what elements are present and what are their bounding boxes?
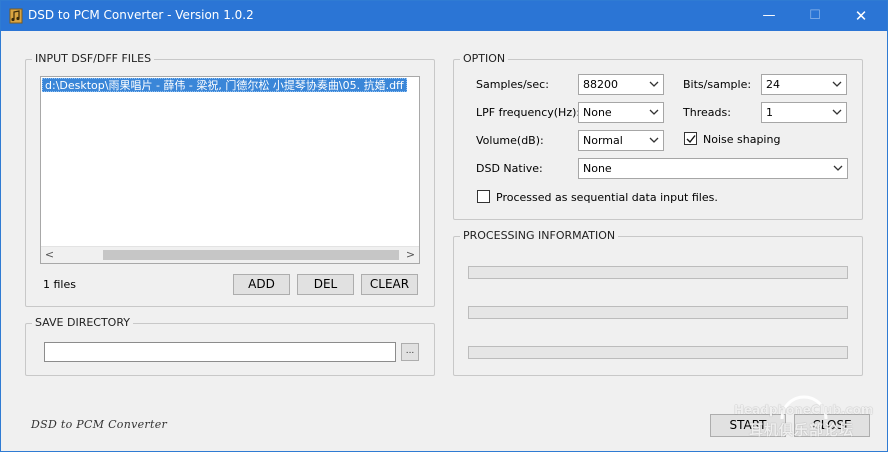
- window-title: DSD to PCM Converter - Version 1.0.2: [28, 8, 254, 22]
- progress-bar-2: [468, 306, 848, 319]
- watermark: HeadphoneClub.com 耳机俱乐部论坛: [734, 395, 884, 443]
- threads-select[interactable]: 1: [761, 102, 847, 123]
- title-bar[interactable]: DSD to PCM Converter - Version 1.0.2 — ☐…: [1, 1, 887, 31]
- dsd-native-label: DSD Native:: [476, 162, 543, 175]
- music-note-icon: [9, 8, 23, 24]
- scroll-right-icon[interactable]: >: [402, 247, 419, 263]
- progress-bar-1: [468, 266, 848, 279]
- noise-shaping-label: Noise shaping: [703, 133, 781, 146]
- app-window: DSD to PCM Converter - Version 1.0.2 — ☐…: [0, 0, 888, 452]
- close-window-button[interactable]: ✕: [838, 1, 884, 31]
- progress-bar-3: [468, 346, 848, 359]
- del-button[interactable]: DEL: [297, 274, 354, 295]
- scroll-left-icon[interactable]: <: [41, 247, 58, 263]
- chevron-down-icon: [833, 165, 843, 171]
- input-files-group: INPUT DSF/DFF FILES d:\Desktop\雨果唱片 - 薛伟…: [25, 52, 435, 307]
- maximize-button[interactable]: ☐: [792, 1, 838, 31]
- samples-label: Samples/sec:: [476, 78, 549, 91]
- minimize-button[interactable]: —: [746, 1, 792, 31]
- watermark-line1: HeadphoneClub.com: [734, 403, 874, 417]
- list-item[interactable]: d:\Desktop\雨果唱片 - 薛伟 - 梁祝, 门德尔松 小提琴协奏曲\0…: [42, 78, 407, 92]
- samples-select[interactable]: 88200: [578, 74, 664, 95]
- file-count-label: 1 files: [43, 278, 76, 291]
- footer-brand: DSD to PCM Converter: [31, 418, 168, 431]
- save-directory-group: SAVE DIRECTORY ...: [25, 316, 435, 376]
- volume-value: Normal: [583, 134, 623, 147]
- lpf-value: None: [583, 106, 612, 119]
- volume-label: Volume(dB):: [476, 134, 544, 147]
- add-button[interactable]: ADD: [233, 274, 290, 295]
- client-area: INPUT DSF/DFF FILES d:\Desktop\雨果唱片 - 薛伟…: [1, 31, 887, 451]
- processing-group: PROCESSING INFORMATION: [453, 229, 863, 376]
- samples-value: 88200: [583, 78, 618, 91]
- bits-label: Bits/sample:: [683, 78, 752, 91]
- watermark-line2: 耳机俱乐部论坛: [749, 423, 854, 439]
- input-files-title: INPUT DSF/DFF FILES: [32, 52, 155, 65]
- threads-label: Threads:: [683, 106, 731, 119]
- lpf-label: LPF frequency(Hz):: [476, 106, 581, 119]
- bits-select[interactable]: 24: [761, 74, 847, 95]
- chevron-down-icon: [649, 137, 659, 143]
- clear-button[interactable]: CLEAR: [361, 274, 418, 295]
- browse-button[interactable]: ...: [401, 343, 419, 361]
- processing-title: PROCESSING INFORMATION: [460, 229, 619, 242]
- volume-select[interactable]: Normal: [578, 130, 664, 151]
- save-directory-input[interactable]: [44, 342, 396, 362]
- dsd-native-value: None: [583, 162, 612, 175]
- chevron-down-icon: [649, 109, 659, 115]
- chevron-down-icon: [832, 81, 842, 87]
- threads-value: 1: [766, 106, 773, 119]
- option-group: OPTION Samples/sec: 88200 Bits/sample: 2…: [453, 52, 863, 220]
- checkmark-icon: [686, 135, 696, 144]
- dsd-native-select[interactable]: None: [578, 158, 848, 179]
- noise-shaping-checkbox[interactable]: [684, 132, 697, 145]
- lpf-select[interactable]: None: [578, 102, 664, 123]
- save-directory-title: SAVE DIRECTORY: [32, 316, 134, 329]
- horizontal-scrollbar[interactable]: < >: [41, 246, 419, 263]
- sequential-checkbox[interactable]: [477, 190, 490, 203]
- chevron-down-icon: [649, 81, 659, 87]
- option-title: OPTION: [460, 52, 509, 65]
- input-file-list[interactable]: d:\Desktop\雨果唱片 - 薛伟 - 梁祝, 门德尔松 小提琴协奏曲\0…: [40, 76, 420, 264]
- bits-value: 24: [766, 78, 780, 91]
- scrollbar-thumb[interactable]: [103, 250, 399, 260]
- sequential-label: Processed as sequential data input files…: [496, 191, 718, 204]
- chevron-down-icon: [832, 109, 842, 115]
